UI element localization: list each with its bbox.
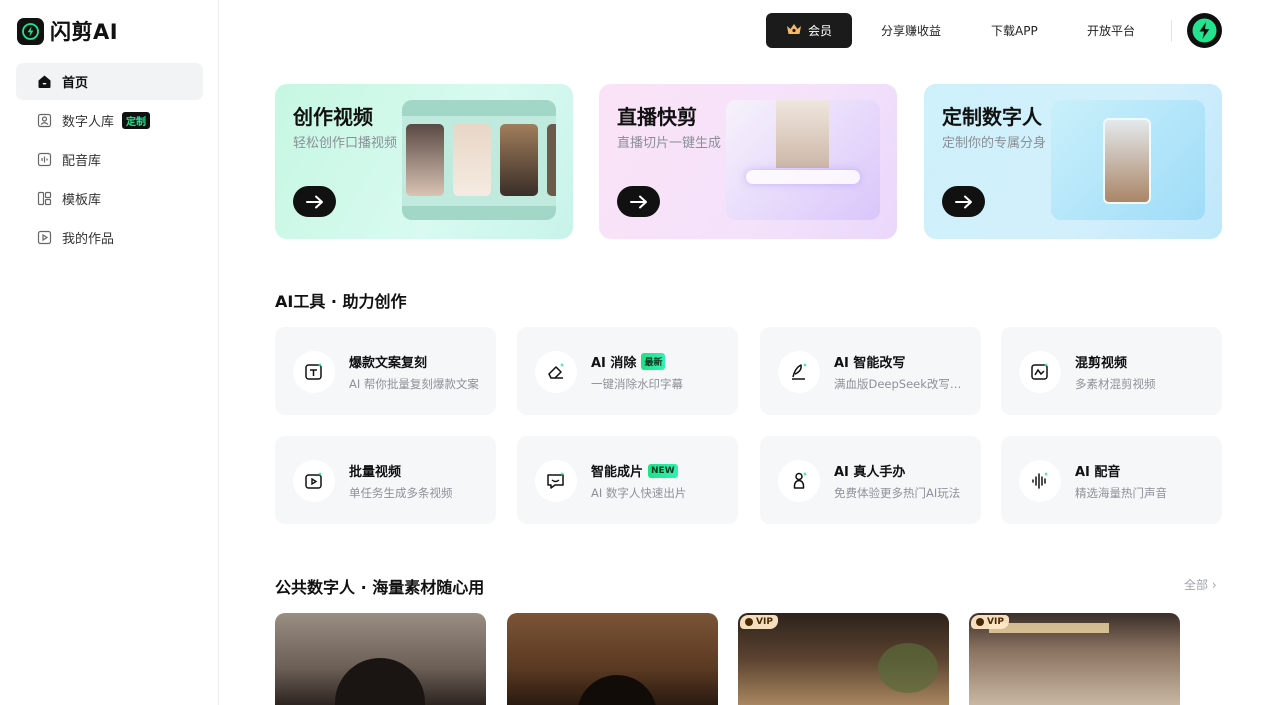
tool-description: 免费体验更多热门AI玩法 xyxy=(834,486,961,500)
vip-button[interactable]: 会员 xyxy=(766,13,852,48)
lightning-logo-icon xyxy=(17,17,44,45)
crown-icon xyxy=(786,23,802,39)
sidebar-item-my-works[interactable]: 我的作品 xyxy=(16,219,203,256)
feature-title: 创作视频 xyxy=(293,105,373,129)
custom-tag: 定制 xyxy=(122,112,151,129)
sidebar-item-label: 首页 xyxy=(62,76,89,91)
feature-subtitle: 定制你的专属分身 xyxy=(942,136,1047,151)
tool-name: AI 配音 xyxy=(1075,465,1121,480)
tool-name: 智能成片 xyxy=(591,465,644,480)
public-avatar-card[interactable] xyxy=(275,613,486,705)
live-clip-card[interactable]: 直播快剪 直播切片一键生成 xyxy=(599,84,897,239)
tool-description: 一键消除水印字幕 xyxy=(591,377,683,391)
sidebar-item-label: 数字人库 xyxy=(62,115,115,130)
voiceover-icon xyxy=(1019,460,1061,502)
template-icon xyxy=(36,191,52,207)
brand-logo[interactable]: 闪剪AI xyxy=(17,17,118,45)
live-clip-illustration xyxy=(726,100,880,220)
home-icon xyxy=(36,74,52,90)
arrow-right-icon[interactable] xyxy=(617,186,660,217)
feature-title: 直播快剪 xyxy=(617,105,697,129)
new-badge: NEW xyxy=(648,463,678,478)
tool-ai-rewrite[interactable]: AI 智能改写 满血版DeepSeek改写文案 xyxy=(760,327,981,415)
tool-batch-video[interactable]: 批量视频 单任务生成多条视频 xyxy=(275,436,496,524)
vip-label: 会员 xyxy=(807,24,832,38)
vip-tag: VIP xyxy=(740,615,778,629)
sidebar-item-templates[interactable]: 模板库 xyxy=(16,180,203,217)
sidebar-item-voice-library[interactable]: 配音库 xyxy=(16,141,203,178)
public-avatar-card[interactable]: VIP xyxy=(969,613,1180,705)
text-copy-icon xyxy=(293,351,335,393)
create-video-card[interactable]: 创作视频 轻松创作口播视频 xyxy=(275,84,573,239)
my-works-icon xyxy=(36,230,52,246)
rewrite-pen-icon xyxy=(778,351,820,393)
arrow-right-icon[interactable] xyxy=(942,186,985,217)
tool-description: AI 帮你批量复刻爆款文案 xyxy=(349,377,479,391)
public-avatars-section-title: 公共数字人 · 海量素材随心用 xyxy=(275,578,485,597)
share-earn-link[interactable]: 分享赚收益 xyxy=(881,22,941,39)
tool-ai-figurine[interactable]: AI 真人手办 免费体验更多热门AI玩法 xyxy=(760,436,981,524)
feature-title: 定制数字人 xyxy=(942,105,1042,129)
tool-viral-copy[interactable]: 爆款文案复刻 AI 帮你批量复刻爆款文案 xyxy=(275,327,496,415)
tool-name: 混剪视频 xyxy=(1075,356,1128,371)
tool-description: 精选海量热门声音 xyxy=(1075,486,1167,500)
feature-subtitle: 直播切片一键生成 xyxy=(617,136,722,151)
mix-video-icon xyxy=(1019,351,1061,393)
digital-human-icon xyxy=(36,113,52,129)
sidebar-nav: 首页 数字人库 定制 配音库 模板库 我的作品 xyxy=(16,63,203,258)
tool-description: 满血版DeepSeek改写文案 xyxy=(834,377,964,391)
voice-library-icon xyxy=(36,152,52,168)
feature-subtitle: 轻松创作口播视频 xyxy=(293,136,398,151)
brand-name: 闪剪AI xyxy=(50,20,119,44)
sidebar: 闪剪AI 首页 数字人库 定制 配音库 模板库 我的作品 xyxy=(0,0,219,705)
public-avatar-card[interactable]: VIP xyxy=(738,613,949,705)
user-avatar[interactable] xyxy=(1187,13,1222,48)
tool-name: AI 真人手办 xyxy=(834,465,906,480)
tool-name: AI 消除 xyxy=(591,356,637,371)
sidebar-item-label: 配音库 xyxy=(62,154,102,169)
batch-video-icon xyxy=(293,460,335,502)
chevron-right-icon: › xyxy=(1211,578,1217,592)
tool-name: 批量视频 xyxy=(349,465,402,480)
eraser-icon xyxy=(535,351,577,393)
header-divider xyxy=(1171,20,1172,42)
smart-film-icon xyxy=(535,460,577,502)
sidebar-item-label: 我的作品 xyxy=(62,232,115,247)
public-avatar-card[interactable] xyxy=(507,613,718,705)
figurine-icon xyxy=(778,460,820,502)
tool-description: AI 数字人快速出片 xyxy=(591,486,687,500)
digital-human-illustration xyxy=(1051,100,1205,220)
tool-mix-video[interactable]: 混剪视频 多素材混剪视频 xyxy=(1001,327,1222,415)
sidebar-item-label: 模板库 xyxy=(62,193,102,208)
new-badge: 最新 xyxy=(641,353,666,370)
custom-digital-human-card[interactable]: 定制数字人 定制你的专属分身 xyxy=(924,84,1222,239)
tool-smart-film[interactable]: 智能成片 NEW AI 数字人快速出片 xyxy=(517,436,738,524)
view-all-link[interactable]: 全部 › xyxy=(1184,576,1217,593)
download-app-link[interactable]: 下载APP xyxy=(991,22,1038,39)
tool-name: 爆款文案复刻 xyxy=(349,356,428,371)
ai-tools-section-title: AI工具 · 助力创作 xyxy=(275,292,407,311)
vip-tag: VIP xyxy=(971,615,1009,629)
tool-ai-erase[interactable]: AI 消除 最新 一键消除水印字幕 xyxy=(517,327,738,415)
arrow-right-icon[interactable] xyxy=(293,186,336,217)
top-bar: 会员 分享赚收益 下载APP 开放平台 xyxy=(219,0,1280,62)
tool-description: 多素材混剪视频 xyxy=(1075,377,1156,391)
tool-ai-voiceover[interactable]: AI 配音 精选海量热门声音 xyxy=(1001,436,1222,524)
tool-description: 单任务生成多条视频 xyxy=(349,486,453,500)
video-thumbnails-illustration xyxy=(402,100,556,220)
sidebar-item-home[interactable]: 首页 xyxy=(16,63,203,100)
open-platform-link[interactable]: 开放平台 xyxy=(1087,22,1135,39)
sidebar-item-digital-human[interactable]: 数字人库 定制 xyxy=(16,102,203,139)
tool-name: AI 智能改写 xyxy=(834,356,906,371)
view-all-label: 全部 xyxy=(1184,578,1209,592)
